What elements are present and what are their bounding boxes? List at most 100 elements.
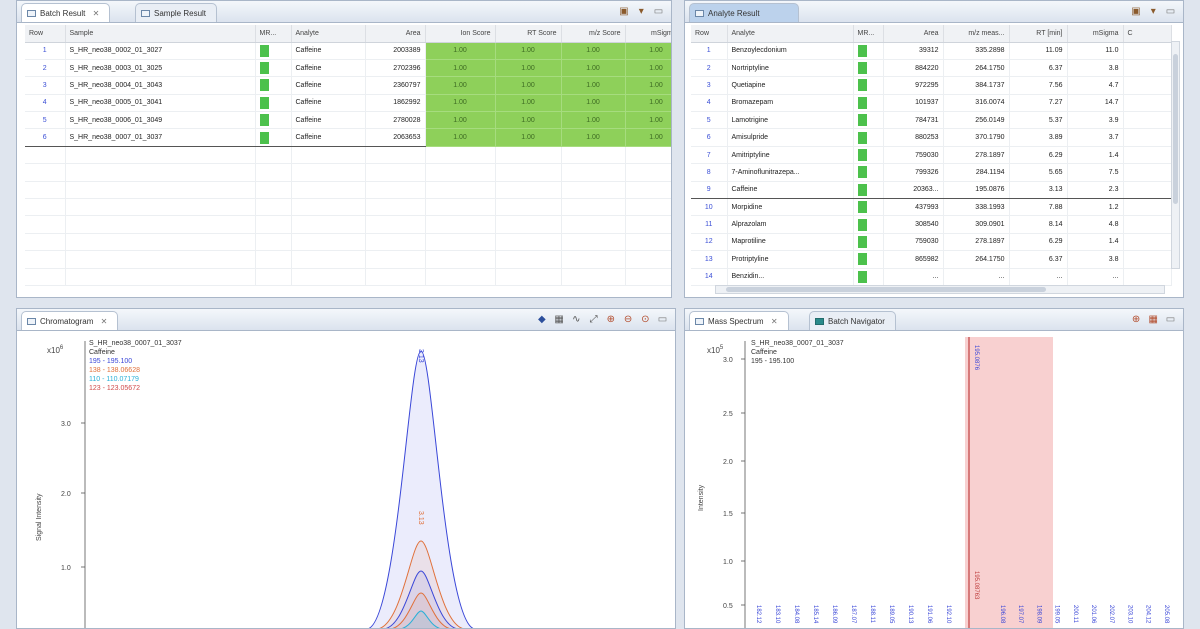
column-header[interactable]: Ion Score xyxy=(425,25,496,43)
table-row[interactable]: 2 Nortriptyline 884220 264.1750 6.37 3.8 xyxy=(691,59,1172,78)
y-axis-label: Intensity xyxy=(698,484,705,511)
smooth-icon[interactable]: ∿ xyxy=(570,313,583,326)
table-row[interactable]: 13 Protriptyline 865982 264.1750 6.37 3.8 xyxy=(691,250,1172,269)
table-row[interactable]: 3 S_HR_neo38_0004_01_3043 Caffeine 2360797 1… xyxy=(25,76,671,95)
y-tick-label: 1.0 xyxy=(61,565,71,572)
table-row[interactable]: 10 Morpidine 437993 338.1993 7.88 1.2 xyxy=(691,198,1172,217)
horizontal-scrollbar[interactable] xyxy=(715,285,1165,294)
table-cell: Caffeine xyxy=(291,128,366,147)
tab-mass-spectrum[interactable]: Mass Spectrum ✕ xyxy=(689,311,789,330)
table-cell xyxy=(1123,42,1172,60)
scroll-thumb[interactable] xyxy=(726,287,1046,292)
column-header[interactable]: MR... xyxy=(853,25,884,43)
minimize-icon[interactable]: ▭ xyxy=(656,313,669,326)
table-cell xyxy=(425,146,496,165)
table-row[interactable]: 7 Amitriptyline 759030 278.1897 6.29 1.4 xyxy=(691,146,1172,165)
table-cell: Amisulpride xyxy=(727,128,854,147)
y-exponent: x106 xyxy=(47,345,64,355)
table-cell xyxy=(255,128,292,147)
tab-analyte-result[interactable]: Analyte Result xyxy=(689,3,799,22)
tab-sample-result[interactable]: Sample Result xyxy=(135,3,218,22)
table-row[interactable]: 11 Alprazolam 308540 309.0901 8.14 4.8 xyxy=(691,215,1172,234)
table-cell xyxy=(255,94,292,113)
table-cell xyxy=(495,181,562,200)
table-row[interactable]: 12 Maprotiline 759030 278.1897 6.29 1.4 xyxy=(691,233,1172,252)
export-icon[interactable]: ▣ xyxy=(618,5,631,18)
reset-zoom-icon[interactable]: ⤢ xyxy=(587,313,600,326)
table-cell xyxy=(365,163,426,182)
legend-entry: S_HR_neo38_0007_01_3037 xyxy=(751,340,844,347)
table-row[interactable]: 1 S_HR_neo38_0002_01_3027 Caffeine 2003389 1… xyxy=(25,42,671,60)
column-header[interactable]: RT Score xyxy=(495,25,562,43)
column-header[interactable]: RT [min] xyxy=(1009,25,1068,43)
table-row[interactable]: 4 S_HR_neo38_0005_01_3041 Caffeine 1862992 1… xyxy=(25,94,671,113)
table-cell: 11.0 xyxy=(1067,42,1124,60)
table-cell: 799326 xyxy=(883,163,944,182)
table-cell xyxy=(853,146,884,165)
column-header[interactable]: MR... xyxy=(255,25,292,43)
table-row[interactable]: 5 S_HR_neo38_0006_01_3049 Caffeine 2780028 1… xyxy=(25,111,671,130)
zoom-out-icon[interactable]: ⊖ xyxy=(622,313,635,326)
table-row[interactable]: 4 Bromazepam 101937 316.0074 7.27 14.7 xyxy=(691,94,1172,113)
table-row[interactable]: 9 Caffeine 20363... 195.0876 3.13 2.3 xyxy=(691,180,1172,200)
column-header[interactable]: Area xyxy=(883,25,944,43)
zoom-in-icon[interactable]: ⊕ xyxy=(1130,313,1143,326)
column-header[interactable]: C xyxy=(1123,25,1172,43)
y-axis-label: Signal Intensity xyxy=(36,493,43,541)
column-header[interactable]: mSigma xyxy=(1067,25,1124,43)
close-icon[interactable]: ✕ xyxy=(93,9,100,18)
table-row[interactable]: 14 Benzidin............... xyxy=(691,268,1172,286)
table-cell: 3.7 xyxy=(1067,128,1124,147)
column-header[interactable]: m/z Score xyxy=(561,25,626,43)
table-cell xyxy=(625,215,671,234)
chromatogram-plot[interactable]: x106 Signal Intensity 3.0 2.0 1.0 S_HR_neo… xyxy=(17,331,675,629)
pin-icon[interactable]: ◆ xyxy=(535,313,548,326)
table-cell: 2 xyxy=(25,59,66,78)
table-row[interactable]: 6 Amisulpride 880253 370.1790 3.89 3.7 xyxy=(691,128,1172,147)
table-row[interactable]: 8 7-Aminoflunitrazepa... 799326 284.1194 5.6… xyxy=(691,163,1172,182)
view-menu-icon[interactable]: ▾ xyxy=(1147,5,1160,18)
column-header[interactable]: mSigma... xyxy=(625,25,671,43)
analyte-result-tabbar: Analyte Result ▣ ▾ ▭ xyxy=(685,1,1183,23)
legend-entry: S_HR_neo38_0007_01_3037 xyxy=(89,340,182,347)
column-header[interactable]: Analyte xyxy=(727,25,854,43)
column-header[interactable]: Area xyxy=(365,25,426,43)
column-header[interactable]: Sample xyxy=(65,25,256,43)
tab-batch-navigator[interactable]: Batch Navigator xyxy=(809,311,896,330)
table-row[interactable]: 2 S_HR_neo38_0003_01_3025 Caffeine 2702396 1… xyxy=(25,59,671,78)
tab-chromatogram[interactable]: Chromatogram ✕ xyxy=(21,311,119,330)
vertical-scrollbar[interactable] xyxy=(1171,41,1180,269)
overlay-icon[interactable]: ▦ xyxy=(553,313,566,326)
close-icon[interactable]: ✕ xyxy=(771,317,778,326)
table-cell: 1.00 xyxy=(495,59,562,78)
table-cell: Lamotrigine xyxy=(727,111,854,130)
minimize-icon[interactable]: ▭ xyxy=(1164,5,1177,18)
chart-legend: S_HR_neo38_0007_01_3037 Caffeine 195 - 195… xyxy=(751,340,844,365)
minimize-icon[interactable]: ▭ xyxy=(1164,313,1177,326)
tab-batch-result[interactable]: Batch Result ✕ xyxy=(21,3,111,22)
zoom-fit-icon[interactable]: ⊙ xyxy=(639,313,652,326)
table-cell: 6.37 xyxy=(1009,59,1068,78)
table-row[interactable]: 1 Benzoylecdonium 39312 335.2898 11.09 11.0 xyxy=(691,42,1172,60)
view-menu-icon[interactable]: ▾ xyxy=(635,5,648,18)
table-cell: S_HR_neo38_0003_01_3025 xyxy=(65,59,256,78)
overlay-icon[interactable]: ▦ xyxy=(1147,313,1160,326)
mrm-status-icon xyxy=(857,149,867,162)
table-row[interactable]: 3 Quetiapine 972295 384.1737 7.56 4.7 xyxy=(691,76,1172,95)
column-header[interactable]: m/z meas... xyxy=(943,25,1010,43)
table-row[interactable]: 6 S_HR_neo38_0007_01_3037 Caffeine 2063653 1… xyxy=(25,128,671,147)
scroll-thumb[interactable] xyxy=(1173,54,1178,204)
table-cell xyxy=(65,215,256,234)
mass-spectrum-plot[interactable]: x105 Intensity 3.0 2.5 2.0 1.5 1.0 0.5 S_HR_n… xyxy=(685,331,1183,629)
legend-entry: 123 - 123.05672 xyxy=(89,385,140,392)
close-icon[interactable]: ✕ xyxy=(101,317,108,326)
mrm-status-icon xyxy=(259,44,269,57)
table-row[interactable]: 5 Lamotrigine 784731 256.0149 5.37 3.9 xyxy=(691,111,1172,130)
zoom-in-icon[interactable]: ⊕ xyxy=(604,313,617,326)
export-icon[interactable]: ▣ xyxy=(1130,5,1143,18)
table-cell: 1.00 xyxy=(625,76,671,95)
column-header[interactable]: Row xyxy=(691,25,728,43)
column-header[interactable]: Row xyxy=(25,25,66,43)
column-header[interactable]: Analyte xyxy=(291,25,366,43)
minimize-icon[interactable]: ▭ xyxy=(652,5,665,18)
